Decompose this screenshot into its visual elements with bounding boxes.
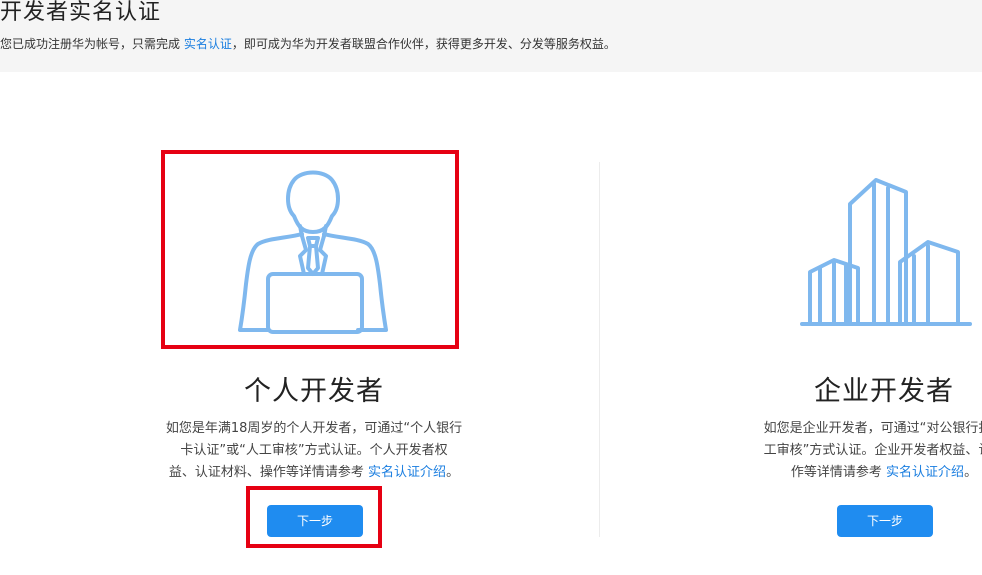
personal-card-title: 个人开发者 [244,376,384,407]
personal-card-description: 如您是年满18周岁的个人开发者，可通过“个人银行 卡认证”或“人工审核”方式认证… [130,418,498,484]
enterprise-desc-line3-end: 。 [964,465,978,480]
personal-desc-line3-end: 。 [446,465,460,480]
personal-desc-line3: 益、认证材料、操作等详情请参考 实名认证介绍。 [130,462,498,484]
highlight-box-personal-button [246,486,382,548]
header-subtitle: 您已成功注册华为帐号，只需完成 实名认证，即可成为华为开发者联盟合作伙伴，获得更… [0,35,616,52]
personal-desc-line1: 如您是年满18周岁的个人开发者，可通过“个人银行 [165,421,463,436]
card-divider [599,162,600,537]
enterprise-desc-line3: 作等详情请参考 实名认证介绍。 [700,462,982,484]
realname-auth-link[interactable]: 实名认证 [184,37,232,51]
header-banner: 开发者实名认证 您已成功注册华为帐号，只需完成 实名认证，即可成为华为开发者联盟… [0,0,982,72]
buildings-icon [800,178,972,326]
page-title: 开发者实名认证 [0,0,162,25]
personal-auth-intro-link[interactable]: 实名认证介绍 [368,465,446,480]
subtitle-text: 您已成功注册华为帐号，只需完成 [0,37,184,51]
enterprise-auth-intro-link[interactable]: 实名认证介绍 [886,465,964,480]
personal-desc-line3-text: 益、认证材料、操作等详情请参考 [168,465,369,480]
enterprise-desc-line1: 如您是企业开发者，可通过“对公银行打款 [763,421,982,436]
enterprise-desc-line2: 工审核”方式认证。企业开发者权益、认证 [763,443,982,458]
highlight-box-personal-icon [161,150,459,349]
subtitle-text-end: ，即可成为华为开发者联盟合作伙伴，获得更多开发、分发等服务权益。 [231,37,616,51]
personal-desc-line2: 卡认证”或“人工审核”方式认证。个人开发者权 [180,443,448,458]
enterprise-card-title: 企业开发者 [814,376,954,407]
enterprise-card-description: 如您是企业开发者，可通过“对公银行打款 工审核”方式认证。企业开发者权益、认证 … [700,418,982,484]
enterprise-desc-line3-text: 作等详情请参考 [790,465,887,480]
enterprise-next-button[interactable]: 下一步 [837,505,933,537]
